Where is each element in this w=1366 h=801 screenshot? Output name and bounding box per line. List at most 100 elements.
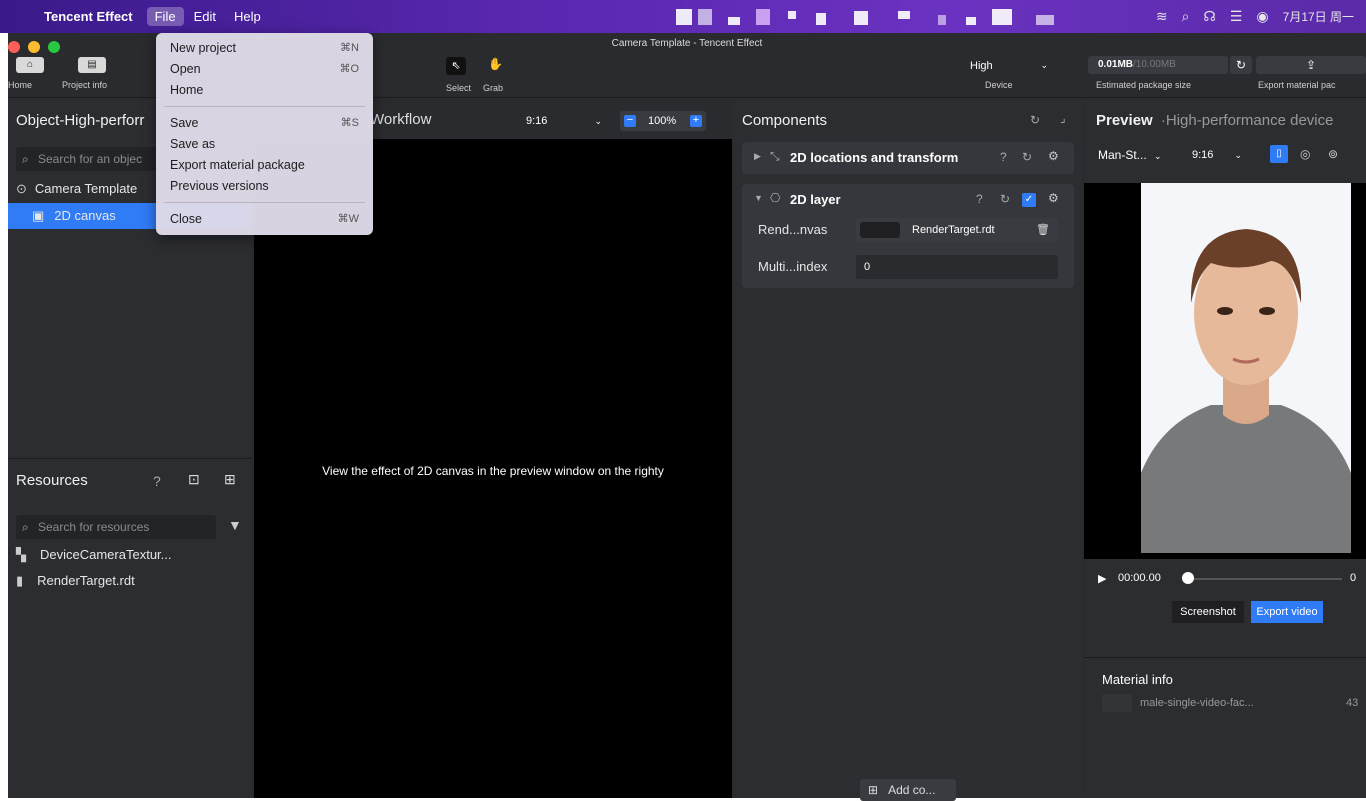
menu-file[interactable]: File (146, 7, 184, 26)
trash-icon[interactable]: 🗑 (1036, 218, 1050, 242)
new-folder-icon[interactable]: ⊡ (188, 471, 200, 488)
enable-checkbox[interactable]: ✓ (1022, 193, 1036, 207)
device-select[interactable]: High ⌄ (958, 57, 1052, 75)
menu-item-open[interactable]: Open ⌘O (170, 59, 359, 79)
control-center-icon[interactable]: ☰ (1230, 8, 1243, 25)
package-size-box: 0.01MB/10.00MB (1088, 56, 1228, 74)
zoom-control: − 100% + (620, 111, 706, 131)
headphones-icon[interactable]: ☊ (1203, 8, 1215, 25)
app-menu[interactable]: Tencent Effect (36, 7, 141, 26)
reset-icon[interactable]: ↻ (1030, 113, 1040, 127)
component-label: 2D locations and transform (790, 150, 959, 165)
resource-item[interactable]: ▚ DeviceCameraTextur... (16, 547, 172, 563)
menu-item-label: Save as (170, 137, 216, 151)
search-icon[interactable]: ⌕ (1182, 8, 1190, 25)
menu-separator (164, 202, 365, 203)
resource-label: RenderTarget.rdt (37, 573, 135, 588)
zoom-out-button[interactable]: − (624, 115, 636, 127)
search-icon: ⌕ (22, 520, 29, 534)
object-panel-title: Object-High-perforr (16, 112, 145, 129)
playback-bar: ▶ 00:00.00 0 (1098, 571, 1366, 587)
export-package-button[interactable]: ⇪ (1256, 56, 1366, 74)
reset-icon[interactable]: ↻ (1022, 150, 1032, 164)
preview-ratio-value: 9:16 (1192, 149, 1214, 161)
timeline-slider[interactable] (1182, 578, 1342, 580)
package-size-limit: /10.00MB (1133, 59, 1176, 70)
play-icon[interactable]: ▶ (1098, 572, 1106, 585)
siri-icon[interactable]: ◉ (1256, 8, 1268, 25)
settings-icon[interactable]: ⚙ (1048, 149, 1059, 163)
field-value: 0 (864, 261, 871, 273)
home-label: Home (8, 80, 33, 90)
project-info-button[interactable]: ▤ (78, 57, 106, 73)
filter-icon[interactable]: ▼ (228, 517, 242, 533)
refresh-button[interactable]: ↻ (1230, 56, 1252, 74)
menu-shortcut: ⌘S (340, 117, 359, 129)
zoom-in-button[interactable]: + (690, 115, 702, 127)
menu-item-label: Previous versions (170, 179, 269, 193)
camera-icon: ▣ (32, 208, 45, 223)
menu-item-previous-versions[interactable]: Previous versions (170, 176, 359, 196)
help-icon[interactable]: ? (1000, 150, 1007, 164)
menu-item-save[interactable]: Save ⌘S (170, 113, 359, 133)
chevron-down-icon: ⌄ (1234, 150, 1243, 160)
preview-ratio-select[interactable]: 9:16 ⌄ (1192, 145, 1252, 165)
clock[interactable]: 7月17日 周一 (1283, 8, 1354, 25)
component-2d-transform[interactable]: ▶ ⤡ 2D locations and transform ? ↻ ⚙ (742, 142, 1074, 174)
location-icon[interactable]: ⊚ (1328, 147, 1338, 161)
menu-item-export-package[interactable]: Export material package (170, 155, 359, 175)
material-thumbnail (1102, 694, 1132, 712)
ratio-select[interactable]: 9:16 ⌄ (516, 111, 608, 131)
menu-item-home[interactable]: Home (170, 80, 359, 100)
resources-search-placeholder: Search for resources (38, 520, 150, 534)
components-title: Components (742, 112, 828, 129)
wifi-icon[interactable]: ≋ (1156, 8, 1168, 25)
screenshot-button[interactable]: Screenshot (1172, 601, 1244, 623)
menu-help[interactable]: Help (226, 7, 269, 26)
menu-item-new-project[interactable]: New project ⌘N (170, 38, 359, 58)
menu-item-close[interactable]: Close ⌘W (170, 209, 359, 229)
object-search-input[interactable]: ⌕ Search for an objec (16, 147, 176, 171)
menu-shortcut: ⌘O (339, 63, 359, 75)
multi-index-field[interactable]: 0 (856, 255, 1058, 279)
chevron-down-icon: ⌄ (1040, 60, 1048, 70)
texture-icon: ▚ (16, 547, 26, 562)
home-icon: ⌂ (26, 59, 34, 70)
help-icon[interactable]: ? (153, 473, 161, 489)
resources-search-input[interactable]: ⌕ Search for resources (16, 515, 216, 539)
file-icon (860, 222, 900, 238)
preview-viewport[interactable] (1084, 183, 1366, 559)
select-tool-button[interactable]: ⇖ (446, 57, 466, 75)
render-target-field[interactable]: RenderTarget.rdt 🗑 (856, 218, 1058, 242)
model-select[interactable]: Man-St... ⌄ (1098, 145, 1178, 165)
project-info-label: Project info (62, 80, 108, 90)
phone-icon[interactable]: ▯ (1270, 145, 1288, 163)
field-label: Rend...nvas (758, 222, 828, 237)
grab-label: Grab (483, 83, 504, 93)
menu-item-label: Open (170, 62, 201, 76)
settings-icon[interactable]: ⚙ (1048, 191, 1059, 205)
object-search-placeholder: Search for an objec (38, 152, 143, 166)
grab-tool-button[interactable]: ✋ (488, 57, 503, 71)
camera-view-icon[interactable]: ◎ (1300, 147, 1310, 161)
export-video-button[interactable]: Export video (1251, 601, 1323, 623)
refresh-icon: ↻ (1235, 58, 1247, 72)
chevron-right-icon: ▶ (754, 151, 761, 161)
field-value: RenderTarget.rdt (912, 224, 995, 236)
collapse-icon[interactable]: ⌟ (1060, 111, 1066, 125)
add-resource-icon[interactable]: ⊞ (224, 471, 236, 488)
menu-shortcut: ⌘W (337, 213, 359, 225)
resource-item[interactable]: ▮ RenderTarget.rdt (16, 573, 135, 589)
material-name: male-single-video-fac... (1140, 697, 1254, 709)
canvas-message: View the effect of 2D canvas in the prev… (322, 464, 664, 478)
reset-icon[interactable]: ↻ (1000, 192, 1010, 206)
help-icon[interactable]: ? (976, 192, 983, 206)
preview-title: Preview ·High-performance device (1096, 112, 1333, 129)
menu-edit[interactable]: Edit (186, 7, 224, 26)
timeline-handle[interactable] (1182, 572, 1194, 584)
menu-shortcut: ⌘N (340, 42, 359, 54)
workflow-canvas[interactable]: View the effect of 2D canvas in the prev… (254, 139, 732, 798)
chevron-down-icon[interactable]: ▼ (754, 193, 763, 203)
menu-item-save-as[interactable]: Save as (170, 134, 359, 154)
home-button[interactable]: ⌂ (16, 57, 44, 73)
